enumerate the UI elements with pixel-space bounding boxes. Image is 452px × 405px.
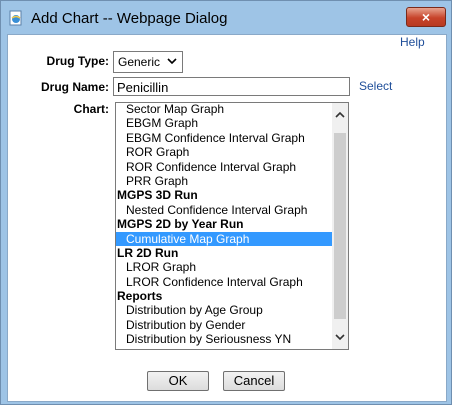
drug-type-value: Generic [118,55,161,69]
chart-group-header: LR 2D Run [117,245,179,260]
chart-option[interactable]: ROR Confidence Interval Graph [116,160,332,174]
chart-option[interactable]: LROR Graph [116,260,332,274]
scroll-up-arrow-icon[interactable] [332,107,348,123]
scroll-down-arrow-icon[interactable] [332,329,348,345]
drug-type-select[interactable]: Generic [113,51,183,73]
dialog-window: Add Chart -- Webpage Dialog × Help Drug … [0,0,452,405]
chart-option[interactable]: Distribution by Gender [116,318,332,332]
chevron-down-icon [167,55,177,65]
window-title: Add Chart -- Webpage Dialog [31,10,228,27]
chart-option[interactable]: Distribution by Seriousness YN [116,332,332,346]
chart-option[interactable]: Sector Map Graph [116,103,332,116]
chart-group-header: Reports [117,289,163,304]
cancel-button[interactable]: Cancel [223,371,285,391]
chart-option[interactable]: PRR Graph [116,174,332,188]
select-drug-link[interactable]: Select [359,79,392,93]
scrollbar-thumb[interactable] [334,133,346,319]
vertical-scrollbar[interactable] [332,103,348,349]
chart-listbox[interactable]: Sector Map Graph EBGM Graph EBGM Confidenc… [115,102,349,350]
drug-name-input[interactable] [113,77,350,96]
chart-option[interactable]: EBGM Confidence Interval Graph [116,131,332,145]
dialog-body: Help Drug Type: Generic Drug Name: Selec… [7,34,447,402]
ie-page-icon [8,10,24,26]
chart-option[interactable]: Distribution by Age Group [116,303,332,317]
close-button[interactable]: × [406,7,446,27]
chart-option[interactable]: ROR Graph [116,145,332,159]
chart-group-header: MGPS 2D by Year Run [117,217,244,232]
chart-list: Sector Map Graph EBGM Graph EBGM Confidenc… [116,103,332,347]
title-bar[interactable]: Add Chart -- Webpage Dialog × [1,1,451,34]
drug-type-label: Drug Type: [46,54,109,68]
chart-option[interactable]: EBGM Graph [116,116,332,130]
chart-option[interactable]: Cumulative Map Graph [116,231,332,246]
help-link[interactable]: Help [400,35,425,49]
chart-option[interactable]: LROR Confidence Interval Graph [116,275,332,289]
chart-group-header: MGPS 3D Run [117,188,198,203]
chart-label: Chart: [73,102,109,116]
drug-name-label: Drug Name: [40,80,109,94]
close-icon: × [421,9,431,25]
chart-option[interactable]: Nested Confidence Interval Graph [116,203,332,217]
ok-button[interactable]: OK [147,371,209,391]
